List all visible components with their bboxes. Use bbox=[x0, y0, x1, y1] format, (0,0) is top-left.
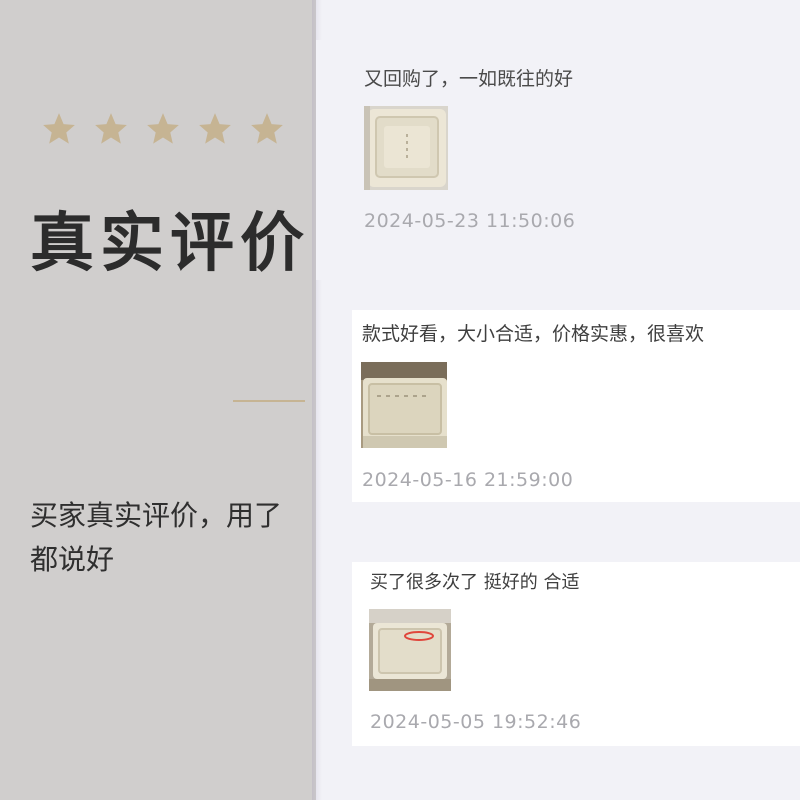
hero-panel: 真实评价 买家真实评价，用了都说好 bbox=[0, 0, 316, 800]
review-photo[interactable] bbox=[361, 362, 447, 448]
star-icon bbox=[92, 110, 130, 148]
review-text: 款式好看，大小合适，价格实惠，很喜欢 bbox=[362, 323, 705, 345]
review-photo[interactable] bbox=[369, 609, 451, 691]
review-date: 2024-05-23 11:50:06 bbox=[364, 210, 576, 232]
page-subtitle: 买家真实评价，用了都说好 bbox=[30, 499, 283, 576]
star-icon bbox=[196, 110, 234, 148]
review-date: 2024-05-16 21:59:00 bbox=[362, 469, 574, 491]
star-icon bbox=[40, 110, 78, 148]
star-icon bbox=[248, 110, 286, 148]
divider bbox=[233, 400, 305, 402]
review-text: 买了很多次了 挺好的 合适 bbox=[370, 572, 580, 593]
page-title: 真实评价 bbox=[30, 207, 310, 281]
review-date: 2024-05-05 19:52:46 bbox=[370, 711, 582, 733]
review-card: 款式好看，大小合适，价格实惠，很喜欢 2024-05-16 21:59:00 bbox=[352, 310, 800, 502]
review-photo[interactable] bbox=[364, 106, 448, 190]
star-icon bbox=[144, 110, 182, 148]
rating-stars bbox=[40, 110, 286, 148]
review-card: 又回购了，一如既往的好 2024-05-23 11:50:06 bbox=[316, 40, 800, 280]
review-card: 买了很多次了 挺好的 合适 2024-05-05 19:52:46 bbox=[352, 562, 800, 746]
review-text: 又回购了，一如既往的好 bbox=[364, 68, 574, 90]
